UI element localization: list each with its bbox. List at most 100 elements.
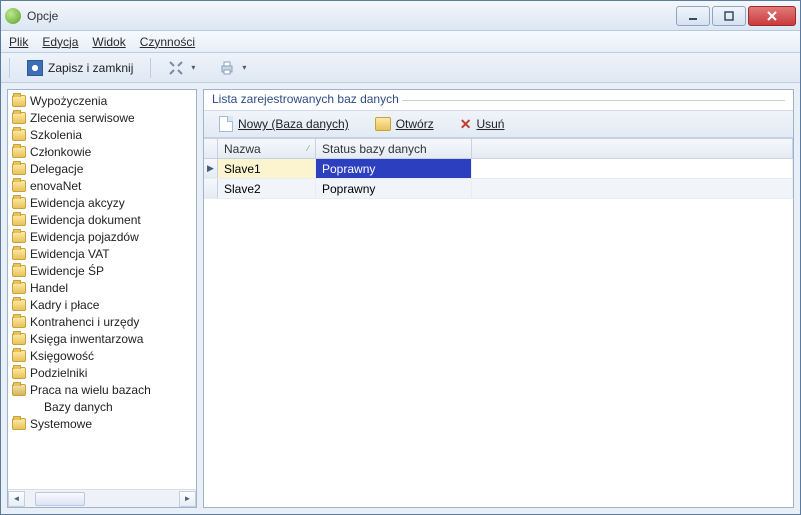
cell-name[interactable]: Slave2 [218,179,316,198]
folder-icon [12,333,26,345]
tree-item-label: Księgowość [30,349,94,363]
folder-icon [12,316,26,328]
tree-item-label: Handel [30,281,68,295]
tree-item[interactable]: Systemowe [8,415,196,432]
tree-item-child[interactable]: Bazy danych [8,398,196,415]
panel-title: Lista zarejestrowanych baz danych [204,90,793,110]
window-title: Opcje [27,9,676,23]
tree-item[interactable]: Kontrahenci i urzędy [8,313,196,330]
open-label: Otwórz [396,117,434,131]
tree-item[interactable]: Księga inwentarzowa [8,330,196,347]
window-buttons [676,6,796,26]
folder-icon [12,282,26,294]
delete-button[interactable]: ✕ Usuń [455,113,510,135]
tree-item-label: Praca na wielu bazach [30,383,151,397]
body: Wypożyczenia Zlecenia serwisowe SzkoleniaC… [1,83,800,514]
toolbar: Zapisz i zamknij ▾ ▾ [1,53,800,83]
tree-item[interactable]: Kadry i płace [8,296,196,313]
tree-item-label: Kadry i płace [30,298,99,312]
tree-item[interactable]: Zlecenia serwisowe [8,109,196,126]
tree-item[interactable]: Podzielniki [8,364,196,381]
tree-pane: Wypożyczenia Zlecenia serwisowe SzkoleniaC… [7,89,197,508]
folder-icon [12,197,26,209]
tree-item-label: Ewidencje ŚP [30,264,104,278]
table-row[interactable]: ▶Slave1Poprawny [204,159,793,179]
grid-body[interactable]: ▶Slave1PoprawnySlave2Poprawny [204,159,793,507]
tree-item-label: Ewidencja VAT [30,247,110,261]
right-pane: Lista zarejestrowanych baz danych Nowy (… [203,89,794,508]
separator [150,58,151,78]
scroll-track[interactable] [25,491,179,507]
tools-icon [168,60,184,76]
tree-item[interactable]: Ewidencja akcyzy [8,194,196,211]
row-marker: ▶ [204,159,218,178]
folder-icon [12,180,26,192]
sort-icon: ⁄ [308,144,309,153]
save-close-button[interactable]: Zapisz i zamknij [18,57,142,79]
tree-item-label: Bazy danych [44,400,113,414]
col-name-header[interactable]: Nazwa⁄ [218,139,316,158]
tree-item[interactable]: Członkowie [8,143,196,160]
scroll-thumb[interactable] [35,492,85,506]
folder-icon [12,265,26,277]
tree-item-label: Systemowe [30,417,92,431]
delete-icon: ✕ [460,116,472,133]
table-row[interactable]: Slave2Poprawny [204,179,793,199]
tree-item[interactable]: Księgowość [8,347,196,364]
menu-actions[interactable]: Czynności [140,35,195,49]
menu-view[interactable]: Widok [92,35,125,49]
menu-edit[interactable]: Edycja [42,35,78,49]
maximize-button[interactable] [712,6,746,26]
tree-item[interactable]: enovaNet [8,177,196,194]
save-icon [27,60,43,76]
tree-item-label: Kontrahenci i urzędy [30,315,139,329]
grid: Nazwa⁄ Status bazy danych ▶Slave1Poprawn… [204,138,793,507]
tree-item-label: Delegacje [30,162,83,176]
tree-item[interactable]: Delegacje [8,160,196,177]
folder-icon [12,299,26,311]
cell-spacer [472,179,793,198]
tree-item[interactable]: Szkolenia [8,126,196,143]
tools-button[interactable]: ▾ [159,57,204,79]
scroll-left-button[interactable]: ◄ [8,491,25,507]
minimize-button[interactable] [676,6,710,26]
tree-item-label: Ewidencja dokument [30,213,141,227]
tree-item[interactable]: Ewidencja pojazdów [8,228,196,245]
delete-label: Usuń [476,117,504,131]
printer-icon [219,60,235,76]
cell-status[interactable]: Poprawny [316,159,472,178]
scroll-right-button[interactable]: ► [179,491,196,507]
tree-item-label: Szkolenia [30,128,82,142]
separator [9,58,10,78]
folder-icon [12,350,26,362]
new-button[interactable]: Nowy (Baza danych) [214,113,354,135]
new-icon [219,116,233,132]
open-button[interactable]: Otwórz [370,113,439,135]
folder-icon [12,384,26,396]
folder-icon [12,248,26,260]
tree-item[interactable]: Handel [8,279,196,296]
tree-item[interactable]: Ewidencja dokument [8,211,196,228]
tree-hscrollbar[interactable]: ◄ ► [8,489,196,507]
row-marker [204,179,218,198]
cell-status[interactable]: Poprawny [316,179,472,198]
tree-item[interactable]: Wypożyczenia [8,92,196,109]
print-button[interactable]: ▾ [210,57,255,79]
col-status-header[interactable]: Status bazy danych [316,139,472,158]
tree[interactable]: Wypożyczenia Zlecenia serwisowe SzkoleniaC… [8,90,196,489]
close-button[interactable] [748,6,796,26]
tree-item-label: Ewidencja akcyzy [30,196,125,210]
row-marker-header [204,139,218,158]
tree-item[interactable]: Ewidencje ŚP [8,262,196,279]
tree-item[interactable]: Ewidencja VAT [8,245,196,262]
app-icon [5,8,21,24]
menu-file[interactable]: Plik [9,35,28,49]
cell-name[interactable]: Slave1 [218,159,316,178]
folder-icon [12,163,26,175]
tree-item[interactable]: Praca na wielu bazach [8,381,196,398]
folder-icon [12,418,26,430]
titlebar[interactable]: Opcje [1,1,800,31]
new-label: Nowy (Baza danych) [238,117,349,131]
tree-item-label: Zlecenia serwisowe [30,111,135,125]
col-spacer [472,139,793,158]
